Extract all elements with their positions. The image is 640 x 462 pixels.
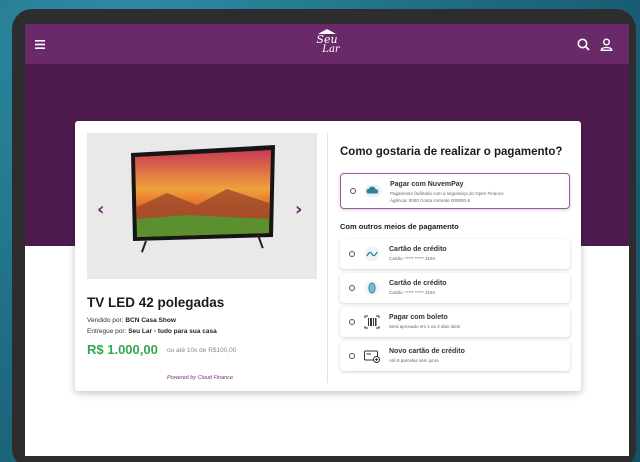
option-subtext: Será aprovado em 1 ou 2 dias úteis — [389, 324, 461, 329]
product-price: R$ 1.000,00 — [87, 342, 158, 357]
new-card-icon — [362, 347, 382, 365]
checkout-card: ‹ › TV LED 42 polegadas Vendido por: BCN… — [75, 121, 581, 391]
top-bar: Seu Lar — [25, 24, 629, 64]
other-methods-title: Com outros meios de pagamento — [340, 222, 459, 231]
option-label: Cartão de crédito — [389, 280, 447, 287]
sold-by: Vendido por: BCN Casa Show — [87, 317, 176, 324]
user-icon[interactable] — [600, 38, 613, 51]
installments-text: ou até 10x de R$100,00 — [167, 347, 237, 354]
powered-by: Powered by Cloud Finance — [167, 375, 234, 381]
option-label: Novo cartão de crédito — [389, 348, 465, 355]
radio-button[interactable] — [349, 285, 355, 291]
barcode-icon — [362, 313, 382, 331]
product-title: TV LED 42 polegadas — [87, 295, 225, 310]
option-subtext: Até 8 parcelas sem juros — [389, 358, 439, 363]
option-subtext: Pagamento facilitado com a segurança do … — [390, 191, 504, 196]
radio-button[interactable] — [349, 251, 355, 257]
menu-icon[interactable] — [35, 39, 45, 49]
app-screen: Seu Lar ‹ › TV LED 42 polegadas Vendido … — [25, 24, 629, 456]
option-subtext: Cartão: ***** ***** 3194 — [389, 290, 436, 295]
radio-button[interactable] — [349, 319, 355, 325]
radio-button[interactable] — [350, 188, 356, 194]
next-image-arrow-icon[interactable]: › — [295, 199, 302, 220]
payment-option-credit-card-2[interactable]: Cartão de crédito Cartão: ***** ***** 31… — [340, 273, 570, 303]
option-subtext: Cartão: ***** ***** 3194 — [389, 256, 436, 261]
logo[interactable]: Seu Lar — [307, 29, 347, 59]
payment-option-new-card[interactable]: Novo cartão de crédito Até 8 parcelas se… — [340, 341, 570, 371]
payment-option-nuvempay[interactable]: Pagar com NuvemPay Pagamento facilitado … — [340, 173, 570, 209]
option-label: Pagar com NuvemPay — [390, 181, 464, 188]
search-icon[interactable] — [577, 38, 590, 51]
radio-button[interactable] — [349, 353, 355, 359]
product-gallery: ‹ › — [87, 133, 317, 279]
prev-image-arrow-icon[interactable]: ‹ — [97, 199, 104, 220]
payment-option-boleto[interactable]: Pagar com boleto Será aprovado em 1 ou 2… — [340, 307, 570, 337]
payment-option-credit-card-1[interactable]: Cartão de crédito Cartão: ***** ***** 31… — [340, 239, 570, 269]
logo-line-2: Lar — [322, 44, 340, 55]
option-label: Cartão de crédito — [389, 246, 447, 253]
card-wave-icon — [362, 245, 382, 263]
option-account: Agência: 0000 Conta corrente 000000-5 — [390, 198, 471, 203]
cloud-icon — [363, 182, 383, 200]
card-round-icon — [362, 279, 382, 297]
card-divider — [327, 133, 328, 383]
delivered-by: Entregue por: Seu Lar - tudo para sua ca… — [87, 328, 217, 335]
product-image-tv — [131, 145, 275, 253]
option-label: Pagar com boleto — [389, 314, 448, 321]
payment-title: Como gostaria de realizar o pagamento? — [340, 146, 563, 158]
